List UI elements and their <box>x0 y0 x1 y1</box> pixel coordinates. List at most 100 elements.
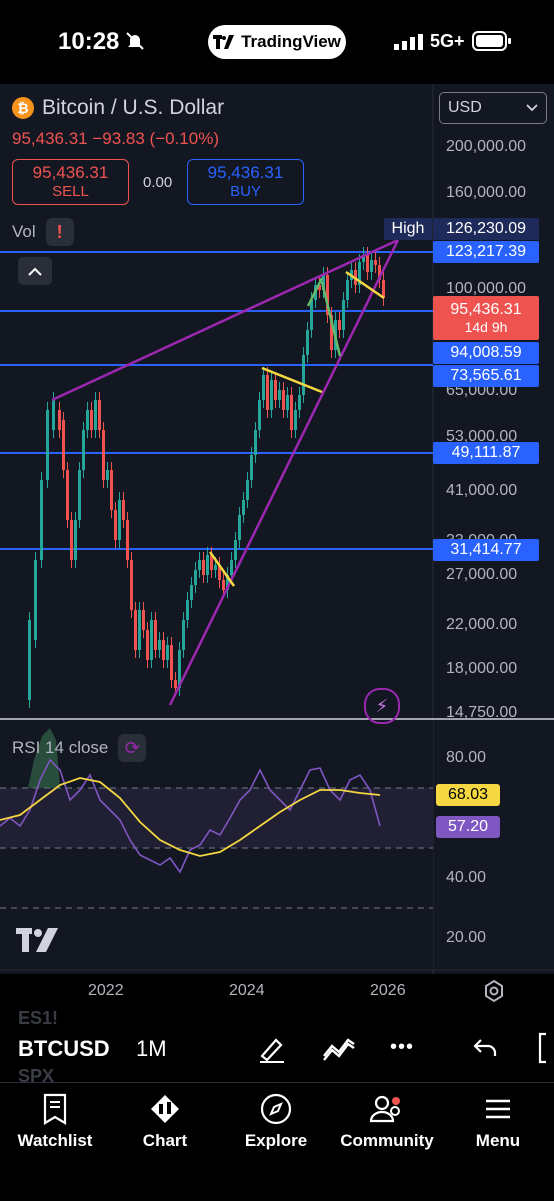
candle <box>28 620 31 700</box>
tab-watchlist[interactable]: Watchlist <box>0 1093 110 1151</box>
sell-label: SELL <box>52 183 89 200</box>
warning-icon[interactable]: ! <box>45 218 74 246</box>
candle <box>52 400 55 430</box>
candle <box>110 470 113 510</box>
collapse-button[interactable] <box>18 257 52 285</box>
candle <box>102 430 105 480</box>
price-axis-label: 14,750.00 <box>446 704 518 721</box>
candle <box>134 610 137 650</box>
high-value-tag: 126,230.09 <box>433 218 539 240</box>
candle <box>126 520 129 560</box>
candle <box>246 480 249 500</box>
candle <box>138 610 141 650</box>
price-change-line: 95,436.31 −93.83 (−0.10%) <box>12 129 219 148</box>
buy-button[interactable]: 95,436.31 BUY <box>187 159 304 205</box>
chart-area[interactable]: ₿ Bitcoin / U.S. Dollar 95,436.31 −93.83… <box>0 84 554 1003</box>
current-price-tag: 95,436.31 14d 9h <box>433 296 539 340</box>
settings-gear-icon[interactable] <box>482 979 506 1003</box>
candle <box>186 600 189 620</box>
level-tag-5: 31,414.77 <box>433 539 539 561</box>
candle <box>90 410 93 430</box>
tradingview-pill[interactable]: TradingView <box>208 25 346 59</box>
candle <box>182 620 185 650</box>
candle <box>382 280 385 298</box>
spread-value: 0.00 <box>143 174 173 191</box>
chart-icon <box>151 1095 179 1123</box>
candle <box>46 410 49 480</box>
candle <box>266 375 269 410</box>
drawing-pen-icon[interactable] <box>256 1032 288 1064</box>
current-price: 95,436.31 <box>450 301 522 318</box>
rsi-header[interactable]: RSI 14 close ⟳ <box>12 734 147 762</box>
indicators-icon[interactable] <box>322 1034 356 1062</box>
level-tag-4: 49,111.87 <box>433 442 539 464</box>
candle <box>162 640 165 660</box>
tab-chart[interactable]: Chart <box>110 1093 220 1151</box>
candle <box>190 585 193 600</box>
volume-indicator[interactable]: Vol ! <box>12 218 74 246</box>
candle <box>214 565 217 570</box>
candle <box>98 400 101 430</box>
high-label: High <box>384 218 432 240</box>
hamburger-menu-icon <box>486 1099 510 1119</box>
buy-label: BUY <box>230 183 261 200</box>
rsi-ma-value-tag: 68.03 <box>436 784 500 806</box>
candle <box>170 645 173 680</box>
volume-label: Vol <box>12 222 36 241</box>
x-axis-2024: 2024 <box>229 982 265 999</box>
level-tag-1: 123,217.39 <box>433 241 539 263</box>
candle <box>94 400 97 430</box>
more-options-icon[interactable]: ••• <box>390 1036 414 1059</box>
candle <box>202 560 205 575</box>
community-icon <box>369 1095 400 1123</box>
symbol-header[interactable]: ₿ Bitcoin / U.S. Dollar <box>12 96 224 120</box>
x-axis-2026: 2026 <box>370 982 406 999</box>
tab-menu[interactable]: Menu <box>443 1093 553 1151</box>
bell-muted-icon <box>124 30 146 57</box>
x-axis-2022: 2022 <box>88 982 124 999</box>
rsi-label: RSI 14 close <box>12 738 109 757</box>
ghost-symbol-top: ES1! <box>18 1008 59 1028</box>
candle <box>282 390 285 410</box>
candle <box>78 470 81 520</box>
svg-text:₿: ₿ <box>17 101 28 117</box>
candle <box>40 480 43 560</box>
tab-watchlist-label: Watchlist <box>17 1131 93 1150</box>
status-time: 10:28 <box>58 28 120 55</box>
price-axis-label: 41,000.00 <box>446 482 518 499</box>
price-axis-label: 27,000.00 <box>446 566 518 583</box>
tab-explore[interactable]: Explore <box>221 1093 331 1151</box>
candle <box>58 410 61 430</box>
candle <box>278 390 281 400</box>
candle <box>122 500 125 520</box>
candle <box>106 470 109 480</box>
candle <box>298 395 301 410</box>
fullscreen-icon[interactable] <box>536 1032 554 1064</box>
candle <box>74 520 77 560</box>
tab-explore-label: Explore <box>244 1131 308 1150</box>
symbol-selector[interactable]: BTCUSD <box>18 1036 110 1062</box>
candle <box>242 500 245 515</box>
candle <box>34 560 37 640</box>
candle <box>262 375 265 400</box>
sell-price: 95,436.31 <box>32 163 109 182</box>
candle <box>194 570 197 585</box>
tab-community[interactable]: Community <box>332 1093 442 1151</box>
candle <box>338 320 341 330</box>
level-tag-2: 94,008.59 <box>433 342 539 364</box>
price-axis-label: 160,000.00 <box>446 184 527 201</box>
rsi-axis-20: 20.00 <box>446 929 487 946</box>
sell-button[interactable]: 95,436.31 SELL <box>12 159 129 205</box>
candle <box>130 560 133 610</box>
candle <box>366 255 369 272</box>
candle <box>302 355 305 395</box>
undo-icon[interactable] <box>472 1036 498 1060</box>
candle <box>198 560 201 570</box>
refresh-icon[interactable]: ⟳ <box>118 734 147 762</box>
status-bar: 10:28 TradingView 5G+ <box>0 0 554 84</box>
tab-menu-label: Menu <box>475 1131 521 1150</box>
assistant-bolt-button[interactable]: ⚡ <box>364 688 400 724</box>
tradingview-logo-icon <box>213 35 235 49</box>
interval-selector[interactable]: 1M <box>136 1036 167 1062</box>
currency-select[interactable]: USD <box>439 92 547 124</box>
